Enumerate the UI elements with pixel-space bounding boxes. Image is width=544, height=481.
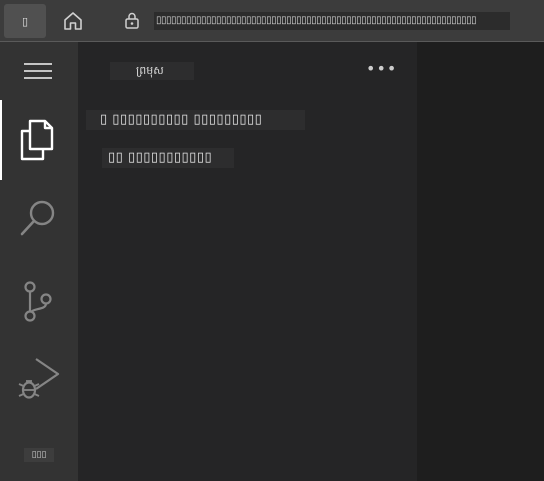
more-actions-icon[interactable]: ••• <box>366 61 396 80</box>
tab-button[interactable]: ▯ <box>4 4 46 38</box>
activity-bottom-label[interactable]: ▯▯▯ <box>24 448 54 462</box>
explorer-sidebar: ព្រមុស ••• ▯ ▯▯▯▯▯▯▯▯▯▯ ▯▯▯▯▯▯▯▯▯ ▯▯ ▯▯▯… <box>78 42 417 481</box>
home-icon[interactable] <box>60 8 86 34</box>
activity-bar: ▯▯▯ <box>0 42 78 481</box>
activity-item-explorer[interactable] <box>0 100 78 180</box>
browser-toolbar: ▯ ▯▯▯▯▯▯▯▯▯▯▯▯▯▯▯▯▯▯▯▯▯▯▯▯▯▯▯▯▯▯▯▯▯▯▯▯▯▯… <box>0 0 544 42</box>
editor-area <box>417 42 544 481</box>
activity-item-run-debug[interactable] <box>0 340 78 420</box>
address-bar[interactable]: ▯▯▯▯▯▯▯▯▯▯▯▯▯▯▯▯▯▯▯▯▯▯▯▯▯▯▯▯▯▯▯▯▯▯▯▯▯▯▯▯… <box>154 12 510 30</box>
activity-item-search[interactable] <box>0 180 78 260</box>
activity-item-source-control[interactable] <box>0 260 78 340</box>
search-icon <box>20 200 55 236</box>
sidebar-message-line2: ▯▯ ▯▯▯▯▯▯▯▯▯▯▯ <box>102 148 234 168</box>
tab-label: ▯ <box>21 14 29 28</box>
debug-icon <box>18 358 60 399</box>
source-control-icon <box>24 281 52 322</box>
sidebar-title: ព្រមុស <box>110 62 194 80</box>
files-icon <box>20 119 54 161</box>
sidebar-message-line1: ▯ ▯▯▯▯▯▯▯▯▯▯ ▯▯▯▯▯▯▯▯▯ <box>86 110 305 130</box>
menu-icon[interactable] <box>24 62 52 80</box>
lock-icon <box>125 12 139 29</box>
